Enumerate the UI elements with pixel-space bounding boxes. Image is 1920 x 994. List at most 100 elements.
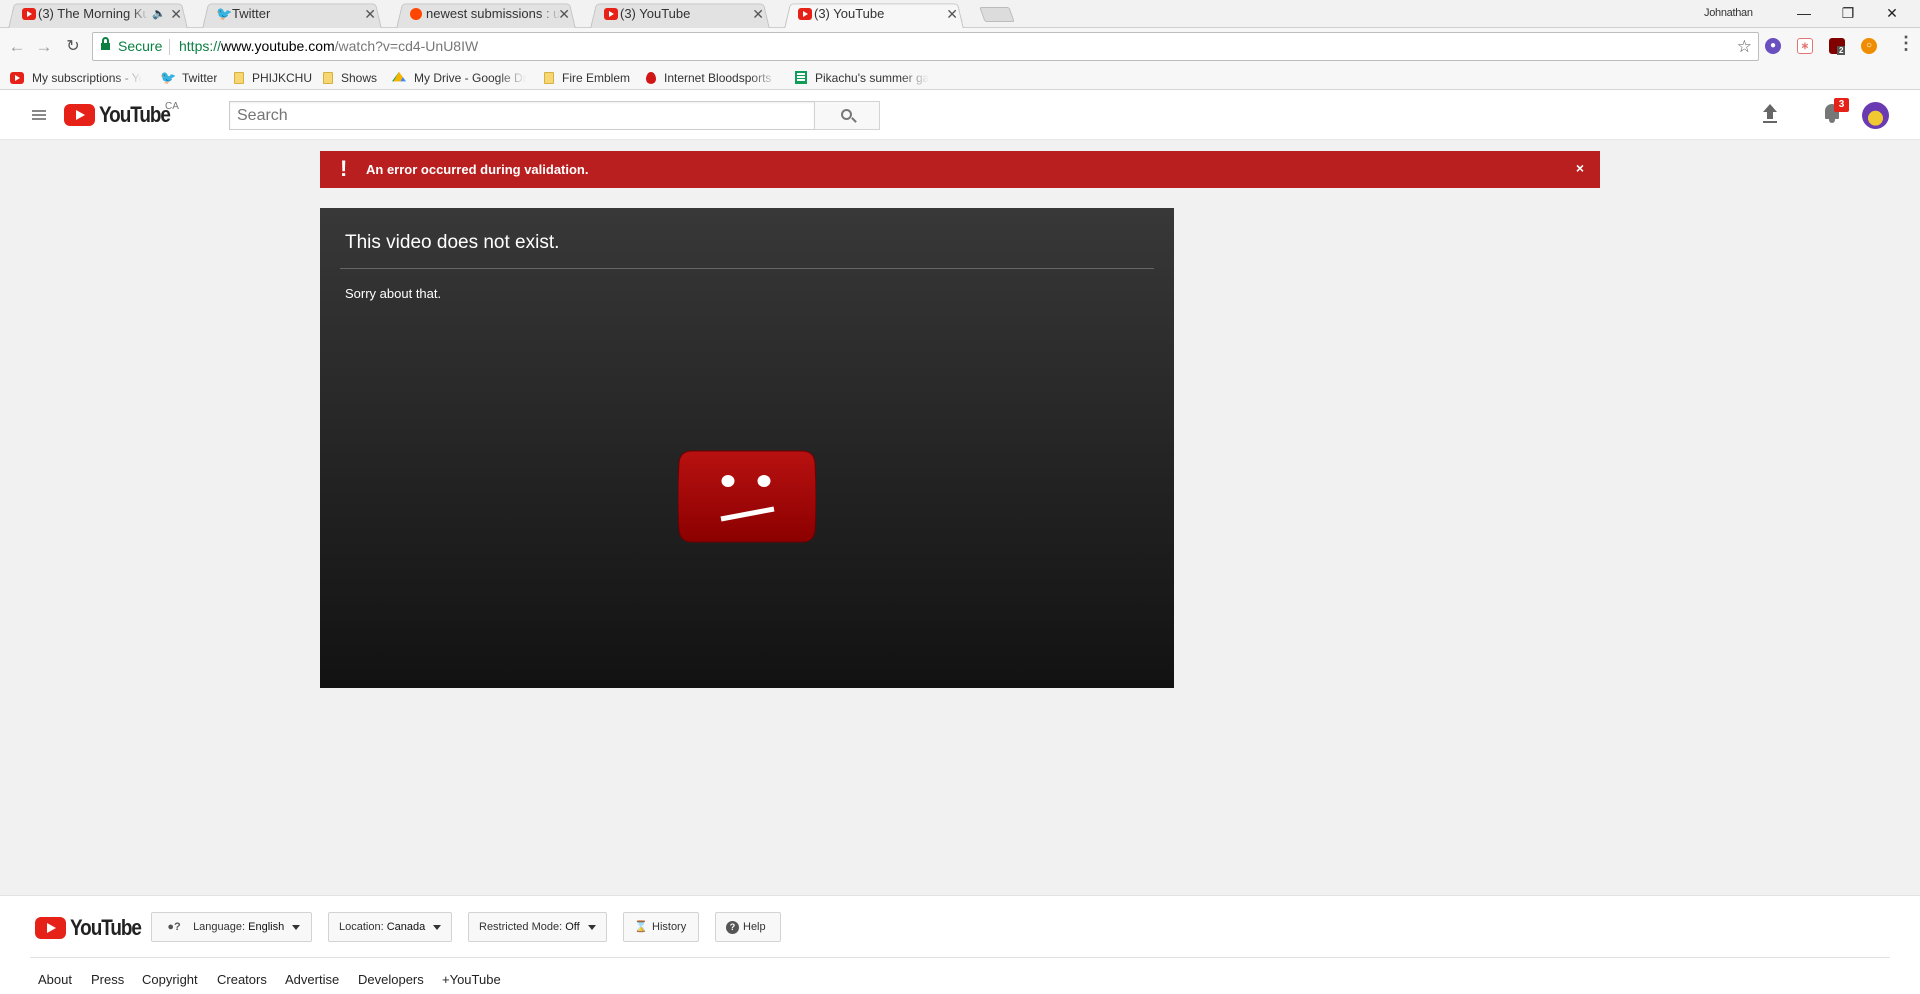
google-drive-icon [392, 71, 406, 82]
footer-link-copyright[interactable]: Copyright [142, 972, 198, 987]
url-path: /watch?v=cd4-UnU8IW [334, 38, 479, 54]
bookmark-label: My subscriptions - Yo [32, 70, 142, 85]
footer-link-about[interactable]: About [38, 972, 72, 987]
address-bar[interactable]: Secure https://www.youtube.com/watch?v=c… [92, 32, 1759, 61]
chrome-menu-icon[interactable]: ⋮ [1897, 33, 1915, 54]
close-tab-icon[interactable]: ✕ [946, 0, 958, 28]
close-window-icon[interactable]: ✕ [1870, 0, 1914, 28]
youtube-icon [798, 8, 812, 20]
bookmark-folder[interactable]: Shows [323, 66, 377, 90]
minimize-icon[interactable]: — [1782, 0, 1826, 28]
ublock-icon[interactable]: 2 [1829, 38, 1846, 55]
error-alert: ! An error occurred during validation. × [320, 151, 1600, 188]
search-button[interactable] [814, 101, 880, 130]
footer-link-press[interactable]: Press [91, 972, 124, 987]
region-label: CA [165, 101, 179, 112]
browser-tab-active[interactable]: (3) YouTube ✕ [776, 0, 972, 28]
location-value: Canada [386, 921, 426, 933]
hourglass-icon: ⌛ [634, 921, 648, 934]
restricted-mode-value: Off [565, 921, 580, 933]
search-box[interactable] [229, 101, 814, 130]
reload-icon[interactable]: ↻ [62, 36, 84, 58]
caret-down-icon [292, 924, 301, 930]
bookmark-label: Fire Emblem [562, 70, 631, 85]
url-scheme: https:// [179, 38, 222, 54]
tab-title: Twitter [232, 6, 271, 21]
speaker-icon[interactable]: 🔈 [152, 0, 166, 28]
browser-tab-strip: (3) The Morning Kumi 🔈 ✕ 🐦 Twitter ✕ new… [0, 0, 1920, 28]
language-picker-button[interactable]: ●? Language: English [151, 912, 312, 942]
browser-tab[interactable]: newest submissions : uw ✕ [388, 0, 584, 28]
footer-link-developers[interactable]: Developers [358, 972, 424, 987]
footer-link-plus-youtube[interactable]: +YouTube [442, 972, 501, 987]
profile-name[interactable]: Johnathan [1704, 7, 1753, 19]
bookmark-item[interactable]: Internet Bloodsports [646, 66, 780, 90]
exclamation-icon: ! [340, 156, 348, 181]
folder-icon [234, 71, 244, 84]
secure-label: Secure [118, 38, 163, 54]
bookmarks-bar: My subscriptions - Yo 🐦 Twitter PHIJKCHU … [0, 66, 1920, 90]
extension-icon[interactable]: ∗ [1797, 38, 1813, 54]
logo-text: YouTube [70, 915, 142, 940]
bookmark-item[interactable]: My subscriptions - Yo [10, 66, 148, 90]
help-button[interactable]: ? Help [715, 912, 781, 942]
restore-icon[interactable]: ❐ [1826, 0, 1870, 28]
alert-close-button[interactable]: × [1576, 160, 1584, 176]
back-arrow-icon[interactable]: ← [6, 36, 28, 58]
help-icon: ? [726, 920, 739, 934]
youtube-masthead: YouTube CA 3 [0, 90, 1920, 140]
url-host: www.youtube.com [221, 38, 335, 54]
sheets-icon [795, 71, 807, 85]
bookmark-folder[interactable]: Fire Emblem [544, 66, 630, 90]
history-label: History [652, 921, 687, 933]
close-tab-icon[interactable]: ✕ [364, 0, 376, 28]
notification-count-badge: 3 [1834, 98, 1849, 112]
youtube-icon [10, 71, 24, 84]
browser-tab[interactable]: (3) YouTube ✕ [582, 0, 778, 28]
folder-icon [544, 71, 554, 84]
new-tab-button[interactable] [979, 7, 1015, 22]
extension-icon[interactable]: ○ [1861, 38, 1877, 54]
youtube-play-icon [64, 104, 95, 126]
bookmark-label: Shows [341, 70, 378, 85]
extension-badge: 2 [1837, 46, 1846, 55]
upload-icon[interactable] [1760, 104, 1780, 126]
location-picker-button[interactable]: Location: Canada [328, 912, 452, 942]
bookmark-item[interactable]: My Drive - Google Dr [392, 66, 530, 90]
footer-link-creators[interactable]: Creators [217, 972, 267, 987]
url-text[interactable]: https://www.youtube.com/watch?v=cd4-UnU8… [179, 33, 478, 60]
tab-title: (3) YouTube [620, 6, 691, 21]
language-value: English [248, 921, 285, 933]
omnibox-divider [169, 39, 170, 55]
close-tab-icon[interactable]: ✕ [558, 0, 570, 28]
error-title: This video does not exist. [345, 232, 560, 253]
bookmark-label: Pikachu's summer ga [815, 70, 929, 85]
caret-down-icon [433, 924, 442, 930]
bookmark-item[interactable]: Pikachu's summer ga [795, 66, 931, 90]
twitter-icon: 🐦 [160, 69, 177, 85]
browser-toolbar: ← → ↻ Secure https://www.youtube.com/wat… [0, 28, 1920, 66]
caret-down-icon [587, 924, 596, 930]
forward-arrow-icon[interactable]: → [33, 36, 55, 58]
bookmark-star-icon[interactable]: ☆ [1737, 33, 1752, 60]
location-label: Location: [339, 921, 384, 933]
footer-link-advertise[interactable]: Advertise [285, 972, 339, 987]
close-tab-icon[interactable]: ✕ [170, 0, 182, 28]
tab-title: (3) YouTube [814, 6, 885, 21]
avatar[interactable] [1862, 102, 1889, 129]
reddit-icon [410, 8, 422, 20]
bookmark-item[interactable]: 🐦 Twitter [160, 66, 217, 90]
history-button[interactable]: ⌛ History [623, 912, 699, 942]
bookmark-folder[interactable]: PHIJKCHU [234, 66, 312, 90]
browser-tab[interactable]: 🐦 Twitter ✕ [194, 0, 390, 28]
extension-icon[interactable]: ● [1765, 38, 1781, 54]
close-tab-icon[interactable]: ✕ [752, 0, 764, 28]
restricted-mode-button[interactable]: Restricted Mode: Off [468, 912, 607, 942]
search-input[interactable] [230, 102, 814, 129]
browser-tab[interactable]: (3) The Morning Kumi 🔈 ✕ [0, 0, 196, 28]
bookmark-label: Twitter [182, 70, 218, 85]
guide-menu-icon[interactable] [32, 110, 46, 120]
video-player-error: This video does not exist. Sorry about t… [320, 208, 1174, 688]
bookmark-label: Internet Bloodsports [664, 70, 772, 85]
restricted-mode-label: Restricted Mode: [479, 921, 563, 933]
